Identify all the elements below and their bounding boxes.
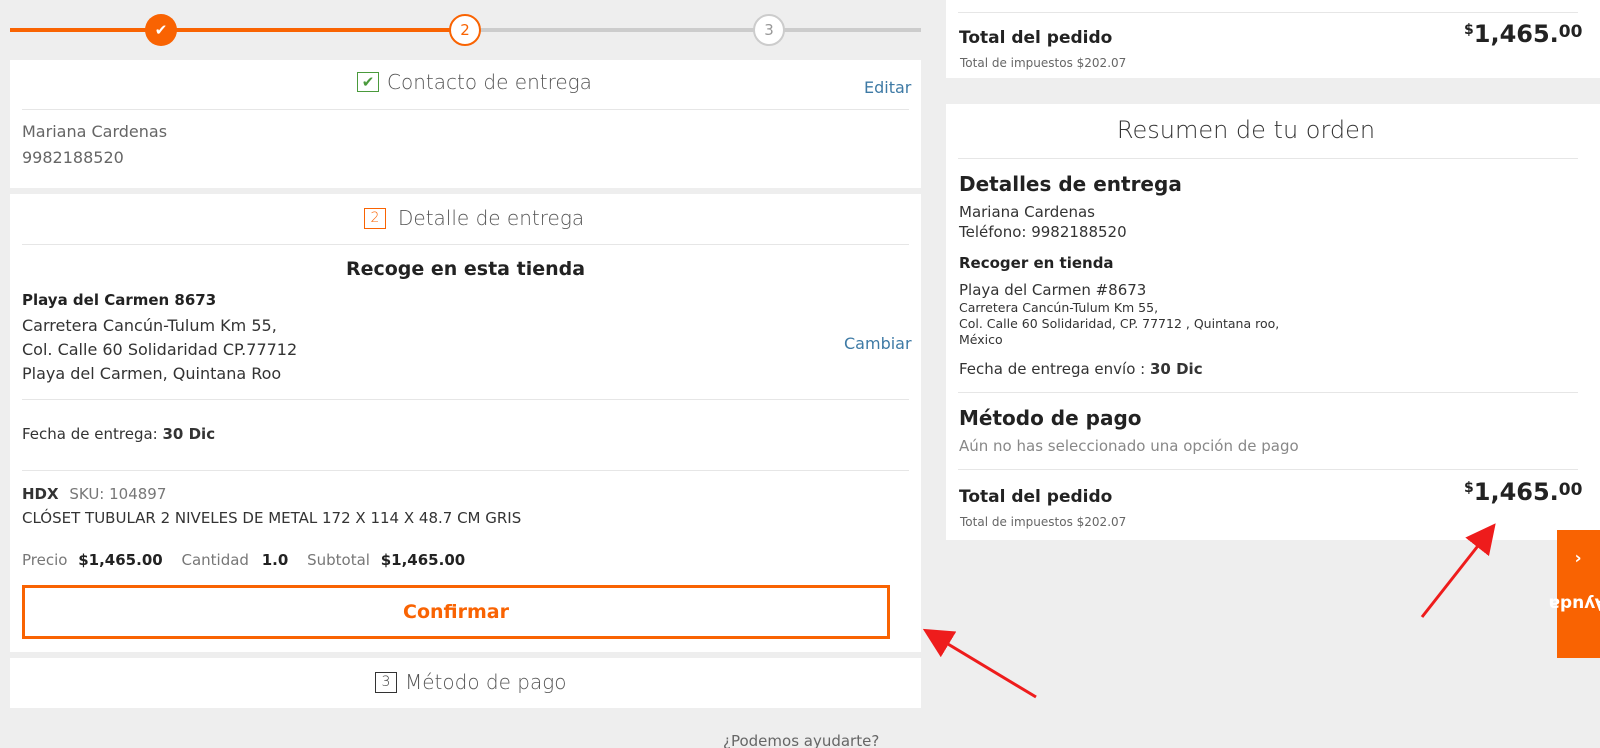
summary-store: Playa del Carmen #8673 — [959, 281, 1147, 299]
delivery-card: 2 Detalle de entrega Recoge en esta tien… — [10, 194, 921, 652]
subtotal-label: Subtotal — [307, 551, 370, 569]
order-tax: Total de impuestos $202.07 — [960, 56, 1127, 70]
price-amount: 1,465. — [1473, 478, 1559, 506]
summary-total-label: Total del pedido — [959, 487, 1113, 507]
summary-phone: Teléfono: 9982188520 — [959, 223, 1127, 241]
delivery-date-value: 30 Dic — [162, 425, 216, 443]
summary-address-1: Carretera Cancún-Tulum Km 55, — [959, 300, 1159, 315]
currency-symbol: $ — [1464, 480, 1474, 496]
product-name: CLÓSET TUBULAR 2 NIVELES DE METAL 172 X … — [22, 509, 522, 527]
order-summary-card: Resumen de tu orden Detalles de entrega … — [946, 104, 1600, 540]
divider — [22, 470, 909, 471]
top-total-card: Total del pedido Total de impuestos $202… — [946, 0, 1600, 78]
step-3-indicator: 3 — [753, 14, 785, 46]
stepper-progress-done — [10, 28, 465, 32]
divider — [958, 12, 1578, 13]
summary-date-label: Fecha de entrega envío : — [959, 360, 1146, 378]
delivery-date-label: Fecha de entrega: — [22, 425, 158, 443]
store-name: Playa del Carmen 8673 — [22, 291, 217, 309]
pickup-heading: Recoge en esta tienda — [345, 258, 586, 280]
confirm-button[interactable]: Confirmar — [22, 585, 890, 639]
payment-title-text: Método de pago — [405, 670, 567, 694]
divider — [958, 158, 1578, 159]
divider — [22, 109, 909, 110]
step-2-indicator: 2 — [449, 14, 481, 46]
payment-step-card[interactable]: 3 Método de pago — [10, 658, 921, 708]
subtotal-value: $1,465.00 — [380, 551, 466, 569]
annotation-arrow-confirm — [922, 628, 1037, 699]
contact-card: ✔ Contacto de entrega Editar Mariana Car… — [10, 60, 921, 188]
product-meta: HDX SKU: 104897 — [22, 485, 166, 503]
price-value: $1,465.00 — [78, 551, 163, 569]
summary-date: Fecha de entrega envío : 30 Dic — [959, 360, 1203, 378]
currency-symbol: $ — [1464, 22, 1474, 38]
help-tab-content: Ayuda ‹ — [1549, 548, 1600, 633]
divider — [958, 392, 1578, 393]
price-label: Precio — [22, 551, 68, 569]
contact-phone: 9982188520 — [22, 148, 124, 167]
product-pricing-row: Precio $1,465.00 Cantidad 1.0 Subtotal $… — [22, 551, 465, 569]
step-number-badge: 2 — [364, 207, 386, 229]
summary-title: Resumen de tu orden — [1116, 116, 1376, 144]
order-total-label: Total del pedido — [959, 28, 1113, 48]
payment-note: Aún no has seleccionado una opción de pa… — [959, 437, 1299, 455]
contact-name: Mariana Cardenas — [22, 122, 168, 141]
summary-address-3: México — [959, 332, 1003, 347]
payment-section-title: 3 Método de pago — [375, 670, 566, 694]
payment-method-heading: Método de pago — [959, 406, 1142, 430]
step-number-badge: 3 — [375, 671, 397, 693]
summary-name: Mariana Cardenas — [959, 203, 1095, 221]
quantity-value: 1.0 — [261, 551, 289, 569]
help-tab[interactable]: Ayuda ‹ — [1549, 530, 1600, 658]
contact-title-text: Contacto de entrega — [387, 70, 592, 94]
delivery-title-text: Detalle de entrega — [398, 206, 585, 230]
help-footer-link[interactable]: ¿Podemos ayudarte? — [723, 732, 879, 748]
change-store-link[interactable]: Cambiar — [844, 334, 912, 353]
store-address-line-3: Playa del Carmen, Quintana Roo — [22, 364, 282, 383]
edit-contact-link[interactable]: Editar — [864, 78, 911, 97]
store-address-line-2: Col. Calle 60 Solidaridad CP.77712 — [22, 340, 298, 359]
product-brand: HDX — [22, 485, 59, 503]
price-cents: 00 — [1558, 22, 1583, 42]
help-tab-label: Ayuda — [1548, 593, 1600, 614]
annotation-arrow-total — [1420, 523, 1496, 618]
summary-date-value: 30 Dic — [1150, 360, 1203, 378]
order-total-price: $ 1,465. 00 — [1464, 20, 1582, 48]
quantity-label: Cantidad — [181, 551, 249, 569]
summary-tax: Total de impuestos $202.07 — [960, 515, 1127, 529]
product-sku: SKU: 104897 — [69, 485, 167, 503]
price-amount: 1,465. — [1473, 20, 1559, 48]
divider — [22, 399, 909, 400]
price-cents: 00 — [1558, 480, 1583, 500]
divider — [958, 469, 1578, 470]
step-1-check-icon: ✔ — [145, 14, 177, 46]
delivery-details-heading: Detalles de entrega — [959, 172, 1182, 196]
store-address-line-1: Carretera Cancún-Tulum Km 55, — [22, 316, 277, 335]
summary-address-2: Col. Calle 60 Solidaridad, CP. 77712 , Q… — [959, 316, 1280, 331]
checkbox-checked-icon: ✔ — [357, 72, 379, 92]
delivery-section-title: 2 Detalle de entrega — [364, 206, 584, 230]
stepper-progress-pending — [465, 28, 921, 32]
contact-section-title: ✔ Contacto de entrega — [357, 70, 592, 94]
pickup-store-heading: Recoger en tienda — [959, 254, 1114, 272]
chevron-up-icon: ‹ — [1575, 548, 1583, 569]
delivery-date: Fecha de entrega: 30 Dic — [22, 425, 215, 443]
divider — [22, 244, 909, 245]
summary-total-price: $ 1,465. 00 — [1464, 478, 1582, 506]
